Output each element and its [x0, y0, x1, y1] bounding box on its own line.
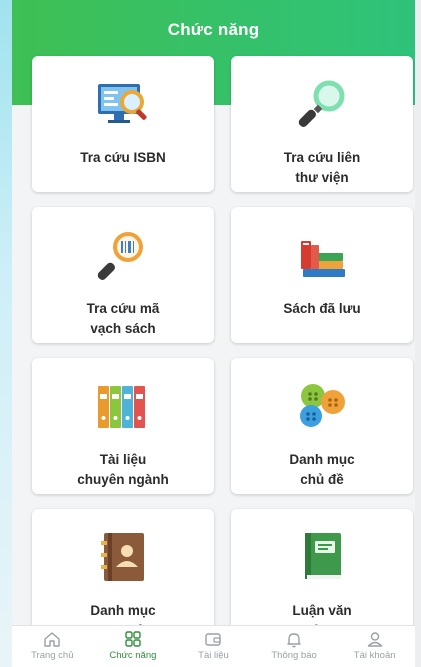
page-title: Chức năng	[167, 20, 260, 39]
tab-documents[interactable]: Tài liệu	[173, 626, 254, 667]
card-label: Sách đã lưu	[283, 301, 361, 316]
binders-icon	[94, 380, 152, 432]
function-grid: Tra cứu ISBN Tra cứu liên thư viện Tra c…	[32, 56, 414, 645]
card-label: Tài liệu chuyên ngành	[77, 452, 169, 487]
card-topic-catalog[interactable]: Danh mục chủ đề	[231, 358, 413, 494]
card-isbn-search[interactable]: Tra cứu ISBN	[32, 56, 214, 192]
tab-label: Trang chủ	[31, 650, 74, 661]
bottom-tab-bar: Trang chủ Chức năng Tài liệu Thông báo T…	[12, 625, 415, 667]
card-specialized-documents[interactable]: Tài liệu chuyên ngành	[32, 358, 214, 494]
book-stack-icon	[293, 229, 351, 281]
wallet-icon	[205, 633, 222, 646]
tab-functions[interactable]: Chức năng	[93, 626, 174, 667]
barcode-search-icon	[94, 229, 152, 281]
buttons-icon	[293, 380, 351, 432]
green-book-icon	[293, 531, 351, 583]
magnifier-icon	[293, 78, 351, 130]
monitor-search-icon	[94, 78, 152, 130]
card-saved-books[interactable]: Sách đã lưu	[231, 207, 413, 343]
screen-edge-left	[0, 0, 12, 667]
card-barcode-search[interactable]: Tra cứu mã vạch sách	[32, 207, 214, 343]
tab-label: Tài khoản	[353, 650, 396, 661]
tab-account[interactable]: Tài khoản	[334, 626, 415, 667]
card-label: Danh mục chủ đề	[289, 452, 355, 487]
card-inter-library-search[interactable]: Tra cứu liên thư viện	[231, 56, 413, 192]
tab-label: Chức năng	[109, 650, 157, 661]
contact-book-icon	[94, 531, 152, 583]
tab-label: Tài liệu	[198, 650, 229, 661]
user-icon	[367, 632, 382, 647]
screen-edge-right	[415, 0, 421, 667]
home-icon	[44, 632, 60, 647]
card-label: Tra cứu mã vạch sách	[86, 301, 160, 336]
card-label: Tra cứu liên thư viện	[283, 150, 361, 185]
grid-icon	[125, 631, 141, 647]
card-label: Tra cứu ISBN	[80, 150, 166, 165]
tab-notifications[interactable]: Thông báo	[254, 626, 335, 667]
tab-label: Thông báo	[271, 650, 317, 661]
bell-icon	[287, 633, 301, 648]
tab-home[interactable]: Trang chủ	[12, 626, 93, 667]
